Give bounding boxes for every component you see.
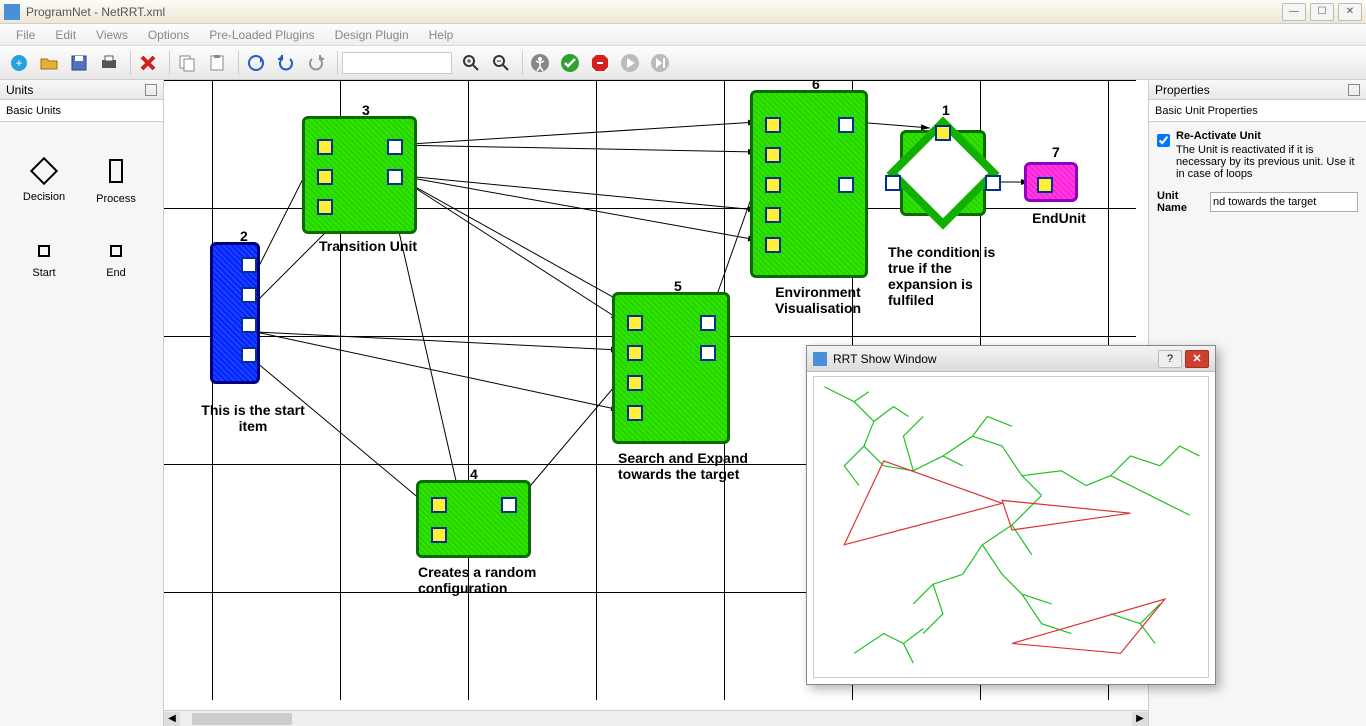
validate-icon[interactable] — [557, 50, 583, 76]
redo-icon[interactable] — [303, 50, 329, 76]
pin-icon[interactable] — [145, 84, 157, 96]
window-title: ProgramNet - NetRRT.xml — [26, 5, 165, 19]
node-end[interactable] — [1024, 162, 1078, 202]
node-label: Environment Visualisation — [758, 284, 878, 316]
reactivate-checkbox[interactable] — [1157, 134, 1170, 147]
save-icon[interactable] — [66, 50, 92, 76]
refresh-icon[interactable] — [243, 50, 269, 76]
paste-icon[interactable] — [204, 50, 230, 76]
node-label: The condition is true if the expansion i… — [888, 244, 1018, 308]
node-number: 7 — [1052, 144, 1060, 160]
play-icon[interactable] — [617, 50, 643, 76]
search-input[interactable] — [342, 52, 452, 74]
menu-file[interactable]: File — [6, 28, 45, 42]
rrt-titlebar[interactable]: RRT Show Window ? ✕ — [807, 346, 1215, 372]
node-transition[interactable] — [302, 116, 417, 234]
undo-icon[interactable] — [273, 50, 299, 76]
menubar: File Edit Views Options Pre-Loaded Plugi… — [0, 24, 1366, 46]
zoom-out-icon[interactable] — [488, 50, 514, 76]
rrt-canvas — [813, 376, 1209, 678]
node-label: This is the start item — [198, 402, 308, 434]
reactivate-label: Re-Activate Unit The Unit is reactivated… — [1176, 130, 1358, 180]
maximize-button[interactable]: ☐ — [1310, 3, 1334, 21]
menu-options[interactable]: Options — [138, 28, 199, 42]
node-label: EndUnit — [1024, 210, 1094, 226]
node-env-vis[interactable] — [750, 90, 868, 278]
new-icon[interactable]: + — [6, 50, 32, 76]
properties-tab[interactable]: Basic Unit Properties — [1149, 100, 1366, 122]
rrt-title-text: RRT Show Window — [833, 352, 937, 366]
horizontal-scrollbar[interactable]: ◀ ▶ — [164, 710, 1148, 726]
stop-icon[interactable] — [587, 50, 613, 76]
tool-decision[interactable]: Decision — [8, 142, 80, 222]
rrt-help-button[interactable]: ? — [1158, 350, 1182, 368]
unit-name-label: Unit Name — [1157, 190, 1202, 214]
svg-text:+: + — [15, 56, 22, 70]
close-button[interactable]: ✕ — [1338, 3, 1362, 21]
node-random[interactable] — [416, 480, 531, 558]
toolbar: + — [0, 46, 1366, 80]
step-icon[interactable] — [647, 50, 673, 76]
properties-header: Properties — [1149, 80, 1366, 100]
node-start[interactable] — [210, 242, 260, 384]
window-titlebar: ProgramNet - NetRRT.xml — ☐ ✕ — [0, 0, 1366, 24]
node-label: Search and Expand towards the target — [618, 450, 758, 482]
minimize-button[interactable]: — — [1282, 3, 1306, 21]
unit-name-input[interactable] — [1210, 192, 1358, 212]
copy-icon[interactable] — [174, 50, 200, 76]
units-tab[interactable]: Basic Units — [0, 100, 163, 122]
tool-process[interactable]: Process — [80, 142, 152, 222]
menu-plugins[interactable]: Pre-Loaded Plugins — [199, 28, 324, 42]
pin-icon[interactable] — [1348, 84, 1360, 96]
tool-start[interactable]: Start — [8, 222, 80, 302]
delete-icon[interactable] — [135, 50, 161, 76]
node-decision[interactable] — [900, 130, 986, 216]
menu-edit[interactable]: Edit — [45, 28, 86, 42]
menu-help[interactable]: Help — [419, 28, 464, 42]
units-panel: Units Basic Units Decision Process Start… — [0, 80, 164, 726]
run-icon[interactable] — [527, 50, 553, 76]
node-search-expand[interactable] — [612, 292, 730, 444]
menu-views[interactable]: Views — [86, 28, 138, 42]
properties-title: Properties — [1155, 83, 1210, 97]
node-label: Creates a random configuration — [418, 564, 558, 596]
units-panel-header: Units — [0, 80, 163, 100]
tool-end[interactable]: End — [80, 222, 152, 302]
rrt-close-button[interactable]: ✕ — [1185, 350, 1209, 368]
menu-design[interactable]: Design Plugin — [325, 28, 419, 42]
node-label: Transition Unit — [308, 238, 428, 254]
rrt-window[interactable]: RRT Show Window ? ✕ — [806, 345, 1216, 685]
app-icon — [4, 4, 20, 20]
open-icon[interactable] — [36, 50, 62, 76]
rrt-icon — [813, 352, 827, 366]
units-panel-title: Units — [6, 83, 33, 97]
zoom-in-icon[interactable] — [458, 50, 484, 76]
print-icon[interactable] — [96, 50, 122, 76]
